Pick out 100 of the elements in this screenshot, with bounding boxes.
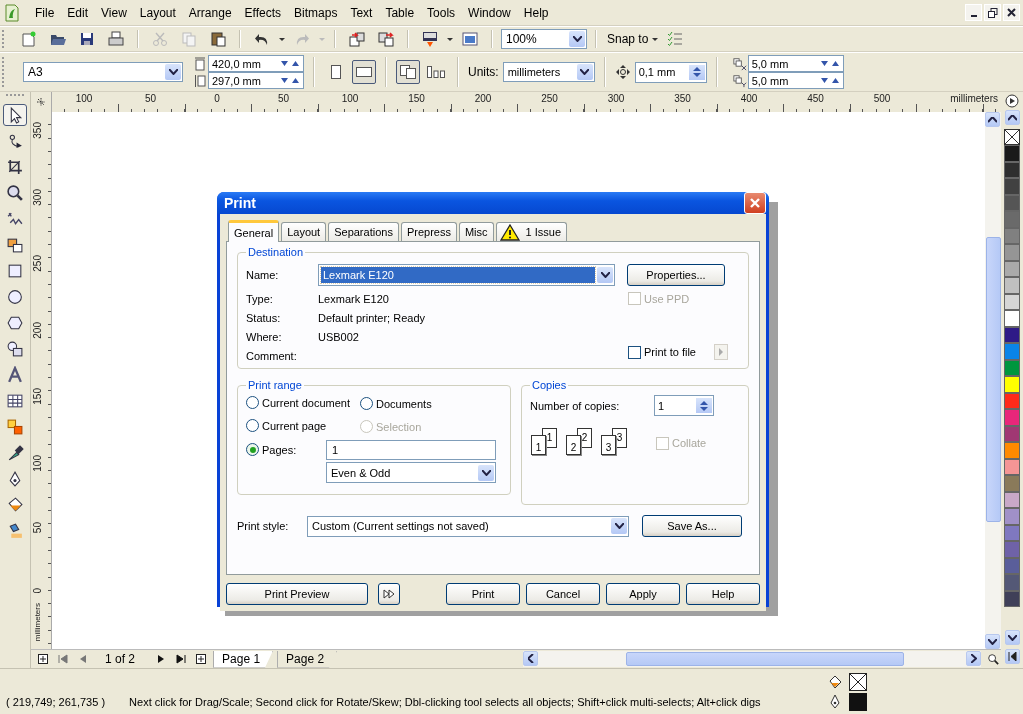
close-button[interactable] — [1003, 4, 1020, 21]
menu-item[interactable]: Arrange — [185, 5, 240, 20]
dialog-title: Print — [224, 195, 257, 211]
palette-flyout-icon[interactable] — [1005, 94, 1019, 108]
printer-icon[interactable] — [107, 30, 125, 48]
printer-name-dropdown[interactable]: Lexmark E120 — [318, 264, 615, 286]
menu-item[interactable]: Edit — [64, 5, 97, 20]
field-label: Name: — [246, 269, 280, 281]
color-swatch[interactable] — [1004, 409, 1020, 426]
menu-item[interactable]: Bitmaps — [291, 5, 346, 20]
page-height-field[interactable]: 297,0 mm — [208, 72, 304, 89]
print-range-radio[interactable]: Pages: — [246, 443, 297, 457]
no-color-swatch[interactable] — [1004, 129, 1020, 145]
dialog-tab[interactable]: Misc — [458, 222, 494, 241]
color-swatch[interactable] — [1004, 376, 1020, 393]
pick-tool[interactable] — [3, 104, 27, 126]
last-page-icon[interactable] — [175, 653, 188, 665]
menu-item[interactable]: Layout — [136, 5, 184, 20]
palette-expand-button[interactable] — [1004, 649, 1020, 664]
dialog-button[interactable]: Print — [446, 583, 520, 605]
pages-field[interactable]: 1 — [326, 439, 496, 460]
snap-to-dropdown[interactable]: Snap to — [607, 32, 649, 46]
print-range-radio[interactable]: Current document — [246, 396, 351, 409]
dialog-tab[interactable]: General — [228, 220, 280, 242]
menu-item[interactable]: Help — [520, 5, 557, 20]
ruler-origin-icon[interactable] — [35, 96, 47, 108]
page-tab[interactable]: Page 2 — [277, 650, 338, 668]
zoom-icon[interactable] — [987, 653, 999, 665]
export-icon[interactable] — [377, 30, 395, 48]
vertical-scrollbar[interactable] — [985, 112, 1001, 649]
color-swatch[interactable] — [1004, 343, 1020, 360]
print-range-radio[interactable]: Current page — [246, 419, 327, 432]
color-swatch[interactable] — [1004, 211, 1020, 228]
save-icon[interactable] — [78, 30, 96, 48]
drawing-canvas[interactable] — [52, 112, 985, 649]
duplicate-x-field[interactable]: 5,0 mm — [747, 55, 844, 72]
dialog-tab[interactable]: Layout — [281, 222, 327, 241]
dialog-tab[interactable]: Prepress — [400, 222, 457, 241]
page-counter: 1 of 2 — [104, 652, 137, 666]
color-swatch[interactable] — [1004, 178, 1020, 195]
palette-scroll-up-button[interactable] — [1004, 110, 1020, 125]
restore-button[interactable] — [984, 4, 1001, 21]
page-width-field[interactable]: 420,0 mm — [208, 55, 304, 72]
add-page-icon[interactable] — [195, 653, 208, 665]
menu-item[interactable]: Table — [382, 5, 423, 20]
color-swatch[interactable] — [1004, 508, 1020, 525]
color-swatch[interactable] — [1004, 541, 1020, 558]
print-range-radio[interactable]: Documents — [360, 397, 432, 410]
print-style-dropdown[interactable]: Custom (Current settings not saved) — [307, 515, 629, 537]
color-swatch[interactable] — [1004, 310, 1020, 327]
app-icon[interactable] — [4, 3, 20, 22]
save-as-button[interactable]: Save As... — [642, 515, 742, 537]
add-page-icon[interactable] — [37, 653, 49, 665]
units-label: Units: — [468, 65, 499, 79]
landscape-page-icon — [355, 66, 373, 78]
color-swatch[interactable] — [1004, 442, 1020, 459]
welcome-screen-icon[interactable] — [461, 30, 479, 48]
color-swatch[interactable] — [1004, 145, 1020, 162]
page-subset-dropdown[interactable]: Even & Odd — [326, 462, 496, 483]
spin-arrows-icon — [691, 65, 702, 79]
color-swatch[interactable] — [1004, 475, 1020, 492]
import-icon[interactable] — [348, 30, 366, 48]
duplicate-y-field[interactable]: 5,0 mm — [747, 72, 844, 89]
color-swatch[interactable] — [1004, 244, 1020, 261]
ruler-label: 200 — [33, 321, 43, 339]
color-swatch[interactable] — [1004, 574, 1020, 591]
menu-item[interactable]: Window — [465, 5, 519, 20]
color-swatch[interactable] — [1004, 277, 1020, 294]
dialog-tab[interactable]: Separations — [328, 222, 399, 241]
menu-item[interactable]: Effects — [241, 5, 290, 20]
vertical-ruler[interactable]: 350 300 250 200 150 100 50 0 millimeters — [31, 112, 52, 649]
new-document-icon[interactable] — [20, 30, 38, 48]
copies-field[interactable]: 1 — [654, 395, 714, 416]
paper-size-dropdown[interactable]: A3 — [23, 62, 183, 82]
minimize-button[interactable] — [965, 4, 982, 21]
horizontal-scrollbar[interactable] — [523, 651, 981, 667]
first-page-icon[interactable] — [57, 653, 69, 665]
page-tab[interactable]: Page 1 — [213, 650, 274, 668]
dialog-button[interactable]: Cancel — [526, 583, 600, 605]
units-dropdown[interactable]: millimeters — [502, 62, 595, 82]
launcher-icon[interactable] — [421, 30, 439, 48]
landscape-button[interactable] — [352, 60, 376, 84]
menu-item[interactable]: View — [98, 5, 135, 20]
nudge-field[interactable]: 0,1 mm — [634, 61, 707, 83]
horizontal-ruler[interactable]: 100 50 0 50 100 150 200 250 300 350 400 450 500 millimeters — [51, 92, 1001, 112]
menu-item[interactable]: Tools — [424, 5, 464, 20]
print-to-file-checkbox[interactable]: Print to file — [628, 345, 696, 359]
zoom-dropdown[interactable]: 100% — [501, 29, 587, 49]
expand-preview-button[interactable] — [378, 583, 400, 605]
palette-scroll-down-button[interactable] — [1004, 630, 1020, 645]
menu-item[interactable]: File — [32, 5, 63, 20]
paste-icon[interactable] — [209, 30, 227, 48]
dialog-button[interactable]: Apply — [606, 583, 680, 605]
field-label: Where: — [246, 330, 283, 343]
dialog-button[interactable]: Help — [686, 583, 760, 605]
all-pages-button[interactable] — [396, 60, 420, 84]
dialog-tab[interactable]: 1 Issue — [495, 222, 567, 241]
menu-item[interactable]: Text — [347, 5, 381, 20]
print-preview-button[interactable]: Print Preview — [226, 583, 368, 605]
properties-button[interactable]: Properties... — [627, 264, 725, 286]
